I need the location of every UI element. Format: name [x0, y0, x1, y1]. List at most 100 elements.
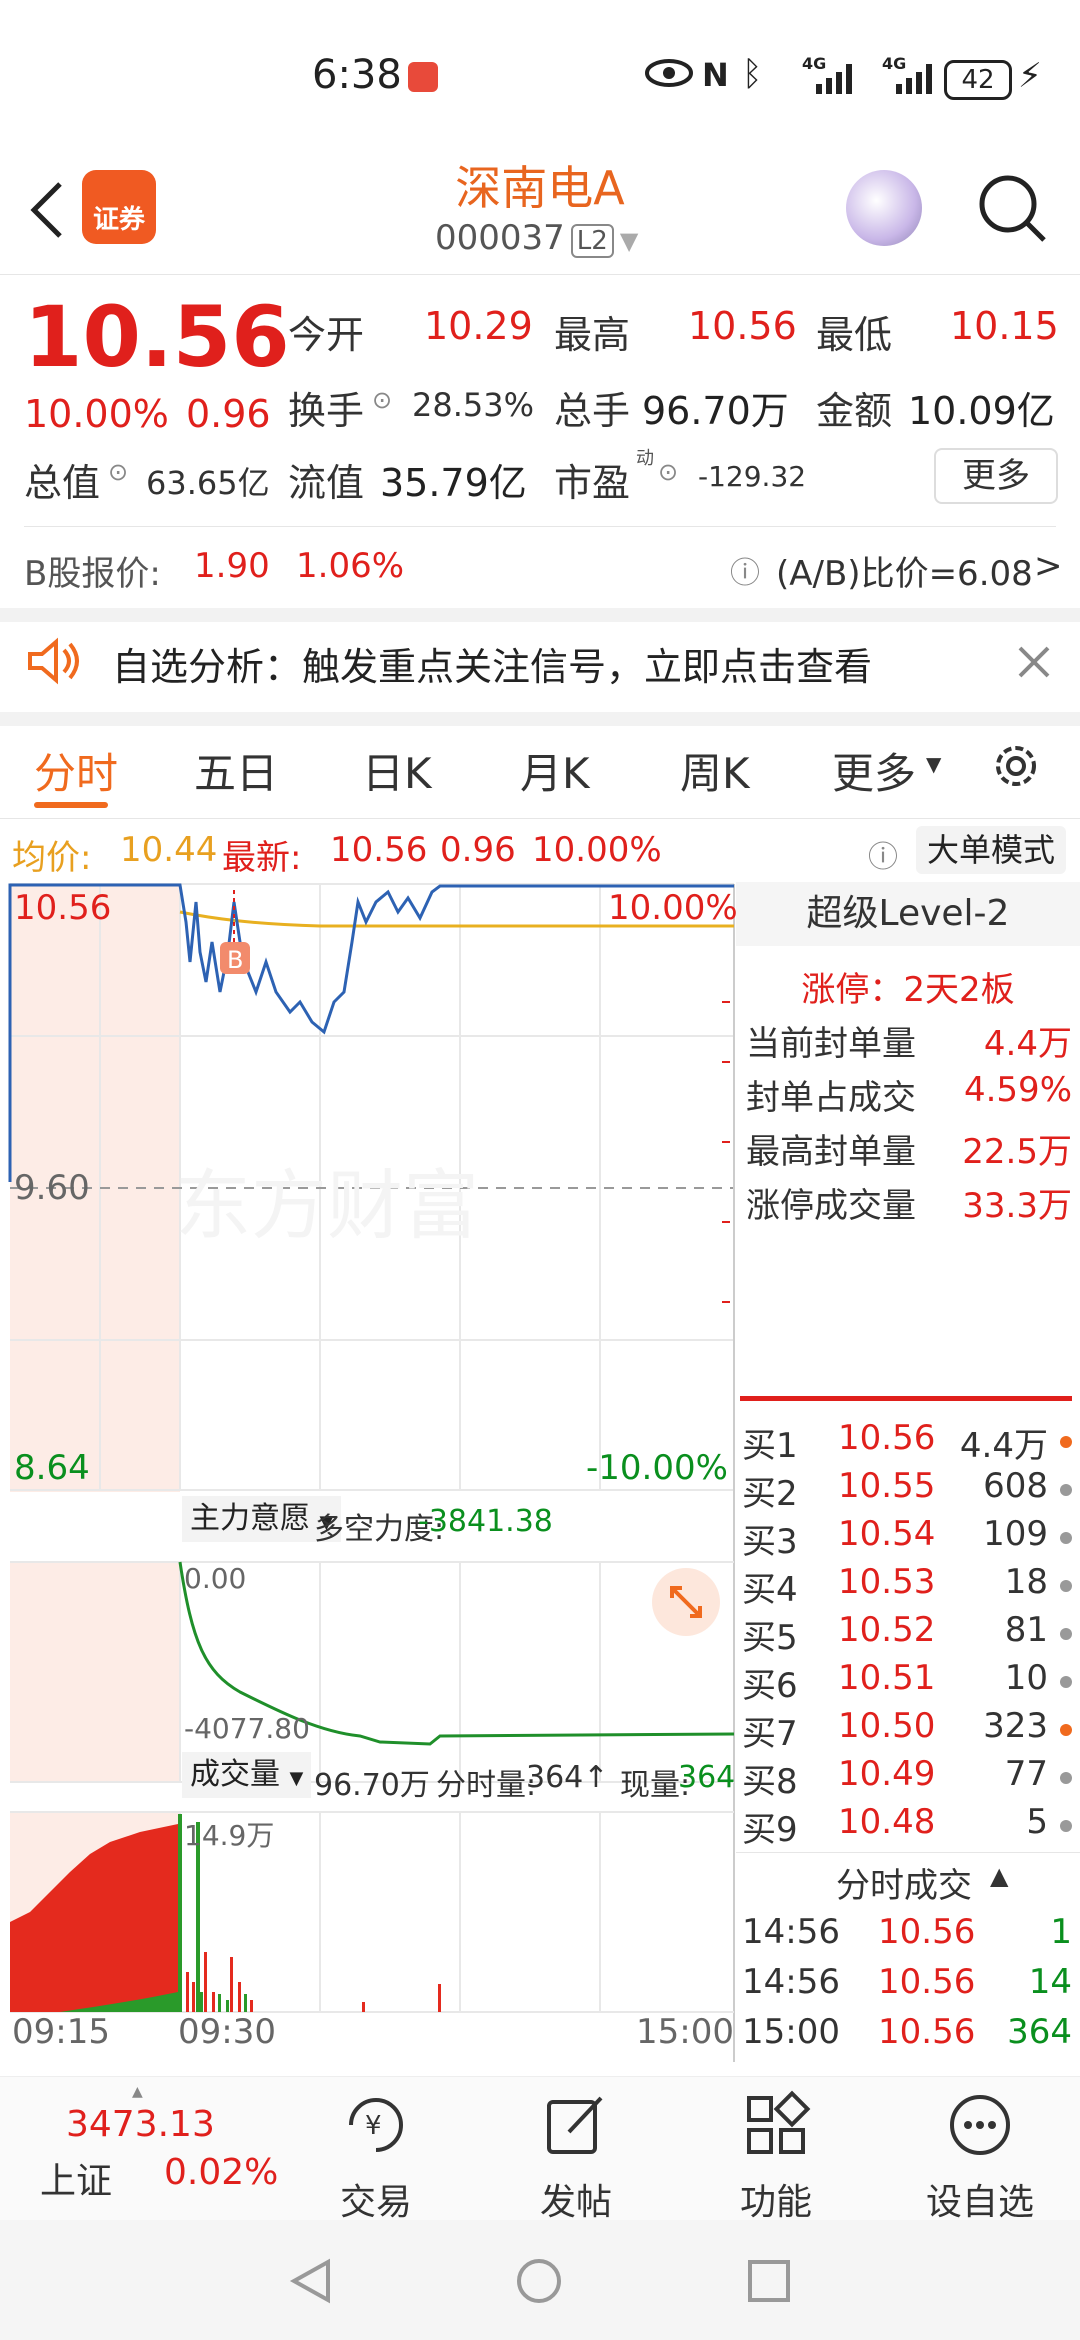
bid-row[interactable]: 买7 10.50 323 — [742, 1706, 1072, 1754]
pct-bottom-label: -10.00% — [586, 1448, 728, 1488]
bid-row[interactable]: 买8 10.49 77 — [742, 1754, 1072, 1802]
nav-functions-label: 功能 — [739, 2182, 812, 2223]
gear-icon[interactable] — [990, 740, 1042, 792]
tab-more[interactable]: 更多 — [832, 740, 916, 801]
volume-selector[interactable]: 成交量 ▼ — [182, 1752, 312, 1798]
chevron-down-icon[interactable]: ▼ — [926, 752, 941, 776]
recents-square-icon[interactable] — [744, 2256, 794, 2306]
level2-title[interactable]: 超级Level-2 — [736, 882, 1080, 946]
amount-value: 10.09亿 — [908, 389, 1055, 433]
nav-add-watchlist[interactable]: 设自选 — [900, 2090, 1060, 2225]
indicator-label: 主力意愿 — [190, 1501, 310, 1536]
tab-intraday[interactable]: 分时 — [34, 740, 118, 801]
stock-code-row[interactable]: 000037 L2 ▼ — [435, 218, 638, 258]
bid-volume: 323 — [983, 1706, 1048, 1746]
tick-price: 10.56 — [878, 1912, 976, 1952]
bid-level: 买8 — [742, 1762, 798, 1802]
volume-max-label: 14.9万 — [184, 1819, 275, 1852]
index-name[interactable]: 上证 — [40, 2152, 112, 2204]
bid-row[interactable]: 买5 10.52 81 — [742, 1610, 1072, 1658]
yuan-icon: ¥ — [349, 2098, 403, 2152]
chevron-up-icon[interactable]: ▲ — [990, 1862, 1008, 1890]
nav-trade-label: 交易 — [339, 2182, 412, 2223]
bid-volume: 5 — [1026, 1802, 1048, 1842]
search-icon[interactable] — [976, 172, 1048, 244]
ab-ratio[interactable]: (A/B)比价=6.08 — [776, 546, 1033, 595]
big-order-mode-button[interactable]: 大单模式 — [916, 826, 1066, 874]
back-icon[interactable] — [26, 180, 66, 240]
more-button[interactable]: 更多 — [934, 448, 1058, 504]
notice-text[interactable]: 自选分析：触发重点关注信号，立即点击查看 — [112, 636, 872, 691]
svg-text:¥: ¥ — [365, 2111, 382, 2141]
avg-label: 均价: — [12, 838, 92, 878]
summary-key: 当前封单量 — [746, 1024, 916, 1064]
latest-change: 0.96 — [440, 830, 516, 870]
tab-monthly-k[interactable]: 月K — [520, 740, 590, 801]
volume-min-value: 364↑ — [526, 1760, 609, 1795]
tab-daily-k[interactable]: 日K — [362, 740, 432, 801]
index-pct[interactable]: 0.02% — [164, 2152, 278, 2193]
bid-row[interactable]: 买6 10.51 10 — [742, 1658, 1072, 1706]
help-icon[interactable]: ⓘ — [730, 548, 760, 592]
nav-functions[interactable]: 功能 — [696, 2090, 856, 2225]
tick-volume: 14 — [1028, 1962, 1072, 2002]
bid-price: 10.56 — [838, 1418, 936, 1458]
volume-now-value: 364 — [678, 1760, 736, 1795]
turnover-value: 28.53% — [412, 386, 535, 424]
volume-min-label: 分时量: — [436, 1768, 537, 1803]
indicator-bottom-label: -4077.80 — [184, 1712, 310, 1745]
bid-dot — [1060, 1436, 1072, 1448]
nav-trade[interactable]: ¥ 交易 — [296, 2090, 456, 2225]
nav-post-label: 发帖 — [539, 2182, 612, 2223]
price-top-label: 10.56 — [14, 888, 112, 928]
tab-five-day[interactable]: 五日 — [194, 740, 278, 801]
stock-code: 000037 — [435, 218, 565, 258]
bid-volume: 77 — [1004, 1754, 1048, 1794]
pe-sup: 动 — [636, 448, 654, 469]
chevron-up-icon[interactable]: ▲ — [132, 2084, 143, 2100]
bid-volume: 10 — [1004, 1658, 1048, 1698]
close-icon[interactable] — [1016, 644, 1052, 680]
index-value[interactable]: 3473.13 — [66, 2104, 215, 2145]
pe-label: 市盈 — [554, 461, 631, 505]
robot-avatar[interactable] — [846, 170, 922, 246]
bid-dot — [1060, 1484, 1072, 1496]
signal-icon-2 — [896, 64, 932, 94]
bid-level: 买4 — [742, 1570, 798, 1610]
chevron-right-icon[interactable]: > — [1034, 546, 1063, 586]
low-value: 10.15 — [950, 304, 1059, 348]
bid-row[interactable]: 买1 10.56 4.4万 — [742, 1418, 1072, 1466]
tab-indicator — [34, 802, 108, 808]
back-triangle-icon[interactable] — [286, 2256, 336, 2306]
bid-row[interactable]: 买2 10.55 608 — [742, 1466, 1072, 1514]
bid-volume: 81 — [1004, 1610, 1048, 1650]
status-bar: 6:38 N ᛒ 4G 4G 42 ⚡ — [0, 0, 1080, 150]
mktcap-label: 总值 — [24, 461, 101, 505]
ticks-title[interactable]: 分时成交 — [836, 1858, 972, 1907]
level-tag: L2 — [570, 224, 614, 258]
bid-row[interactable]: 买4 10.53 18 — [742, 1562, 1072, 1610]
mktcap-value: 63.65亿 — [146, 464, 270, 502]
home-circle-icon[interactable] — [514, 2256, 564, 2306]
bid-price: 10.49 — [838, 1754, 936, 1794]
info-icon[interactable]: ⊙ — [658, 458, 678, 486]
bid-row[interactable]: 买3 10.54 109 — [742, 1514, 1072, 1562]
bid-divider — [740, 1396, 1072, 1401]
tab-weekly-k[interactable]: 周K — [680, 740, 750, 801]
bid-volume: 18 — [1004, 1562, 1048, 1602]
pe-value: -129.32 — [698, 460, 807, 493]
bid-price: 10.48 — [838, 1802, 936, 1842]
tick-price: 10.56 — [878, 2012, 976, 2052]
bid-price: 10.50 — [838, 1706, 936, 1746]
broker-logo[interactable]: 证券 — [82, 170, 156, 244]
bshare-pct: 1.06% — [296, 546, 405, 586]
help-icon[interactable]: ⓘ — [868, 832, 898, 876]
bshare-label: B股报价: — [24, 554, 161, 594]
price-bottom-label: 8.64 — [14, 1448, 90, 1488]
bid-row[interactable]: 买9 10.48 5 — [742, 1802, 1072, 1850]
info-icon[interactable]: ⊙ — [372, 386, 392, 414]
nav-post[interactable]: 发帖 — [496, 2090, 656, 2225]
time-start: 09:15 — [12, 2012, 110, 2052]
info-icon[interactable]: ⊙ — [108, 458, 128, 486]
speaker-icon — [28, 637, 79, 685]
